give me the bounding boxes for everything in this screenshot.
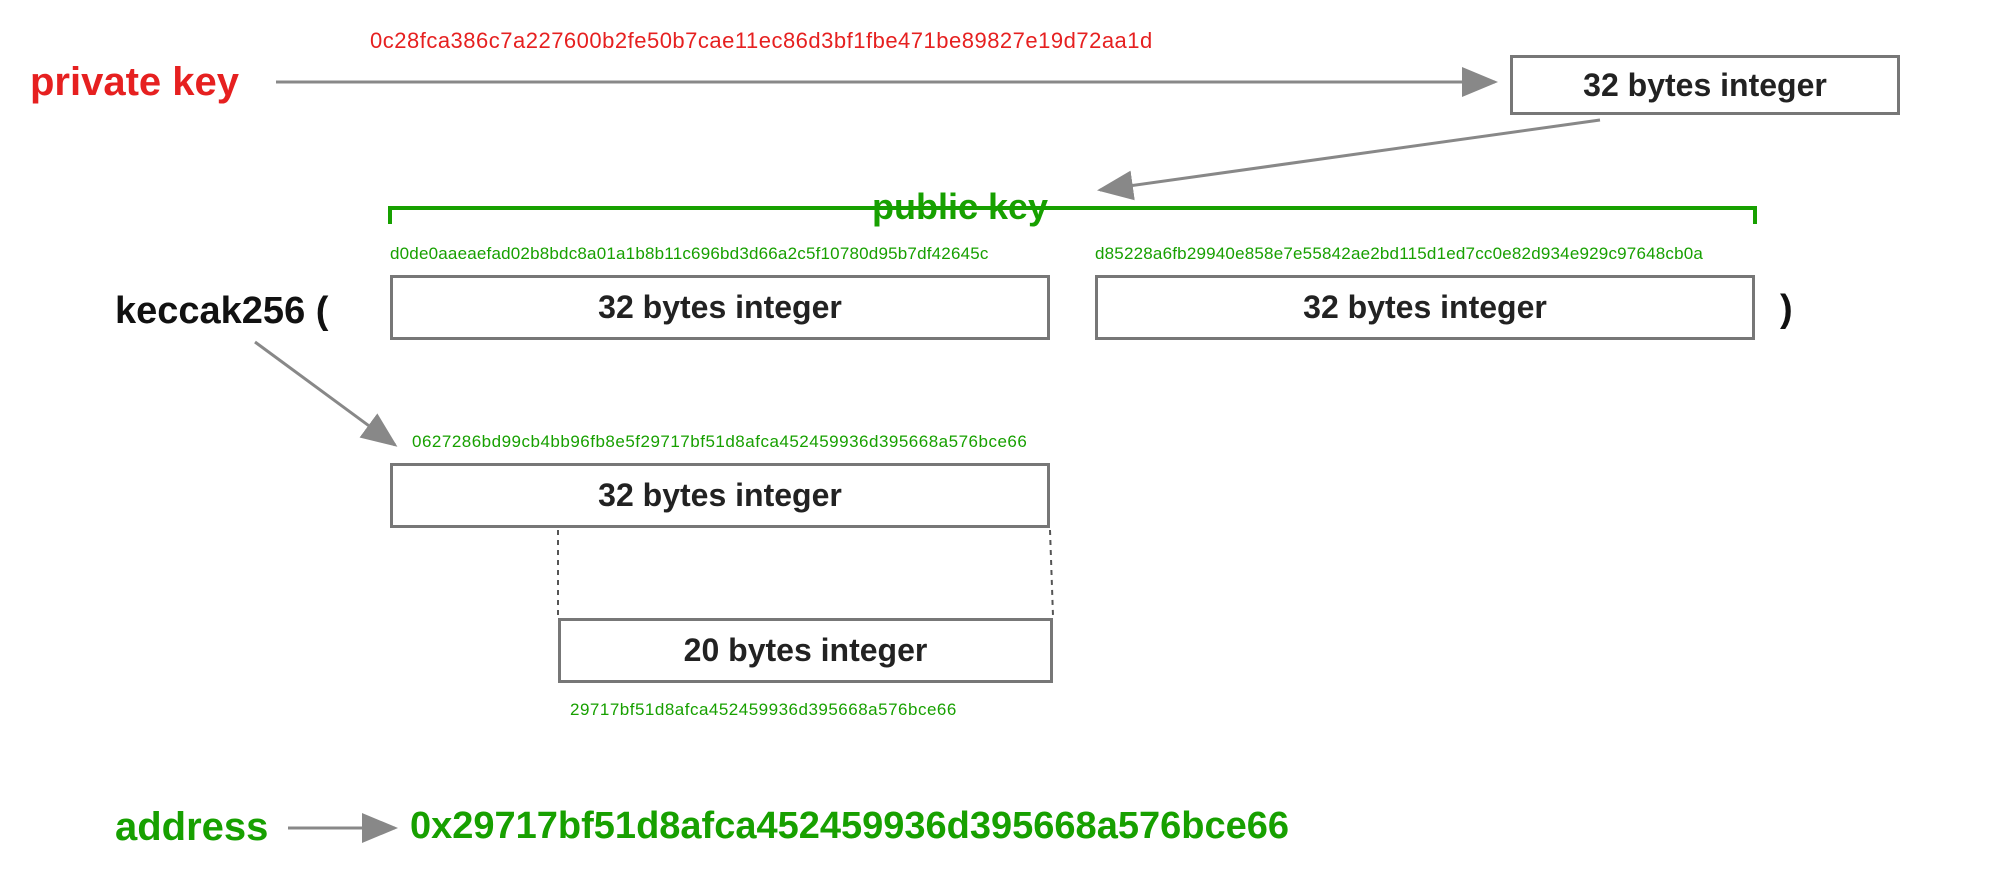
- public-key-label: public key: [864, 186, 1056, 228]
- private-key-box-text: 32 bytes integer: [1583, 67, 1827, 104]
- pubkey-y-box-text: 32 bytes integer: [1303, 289, 1547, 326]
- paren-close: ): [1780, 288, 1793, 331]
- keccak-hash-hex: 0627286bd99cb4bb96fb8e5f29717bf51d8afca4…: [412, 432, 1027, 452]
- pubkey-y-hex: d85228a6fb29940e858e7e55842ae2bd115d1ed7…: [1095, 244, 1703, 264]
- keccak256-label: keccak256 (: [115, 290, 328, 333]
- keccak-hash-box: 32 bytes integer: [390, 463, 1050, 528]
- address-label: address: [115, 805, 268, 850]
- pubkey-x-hex: d0de0aaeaefad02b8bdc8a01a1b8b11c696bd3d6…: [390, 244, 989, 264]
- keccak-hash-box-text: 32 bytes integer: [598, 477, 842, 514]
- address-bytes-box-text: 20 bytes integer: [684, 632, 928, 669]
- pubkey-y-box: 32 bytes integer: [1095, 275, 1755, 340]
- address-final: 0x29717bf51d8afca452459936d395668a576bce…: [410, 805, 1289, 848]
- private-key-box: 32 bytes integer: [1510, 55, 1900, 115]
- pubkey-x-box-text: 32 bytes integer: [598, 289, 842, 326]
- address-bytes-hex: 29717bf51d8afca452459936d395668a576bce66: [570, 700, 957, 720]
- pubkey-x-box: 32 bytes integer: [390, 275, 1050, 340]
- private-key-label: private key: [30, 60, 239, 105]
- address-bytes-box: 20 bytes integer: [558, 618, 1053, 683]
- private-key-hex: 0c28fca386c7a227600b2fe50b7cae11ec86d3bf…: [370, 28, 1153, 54]
